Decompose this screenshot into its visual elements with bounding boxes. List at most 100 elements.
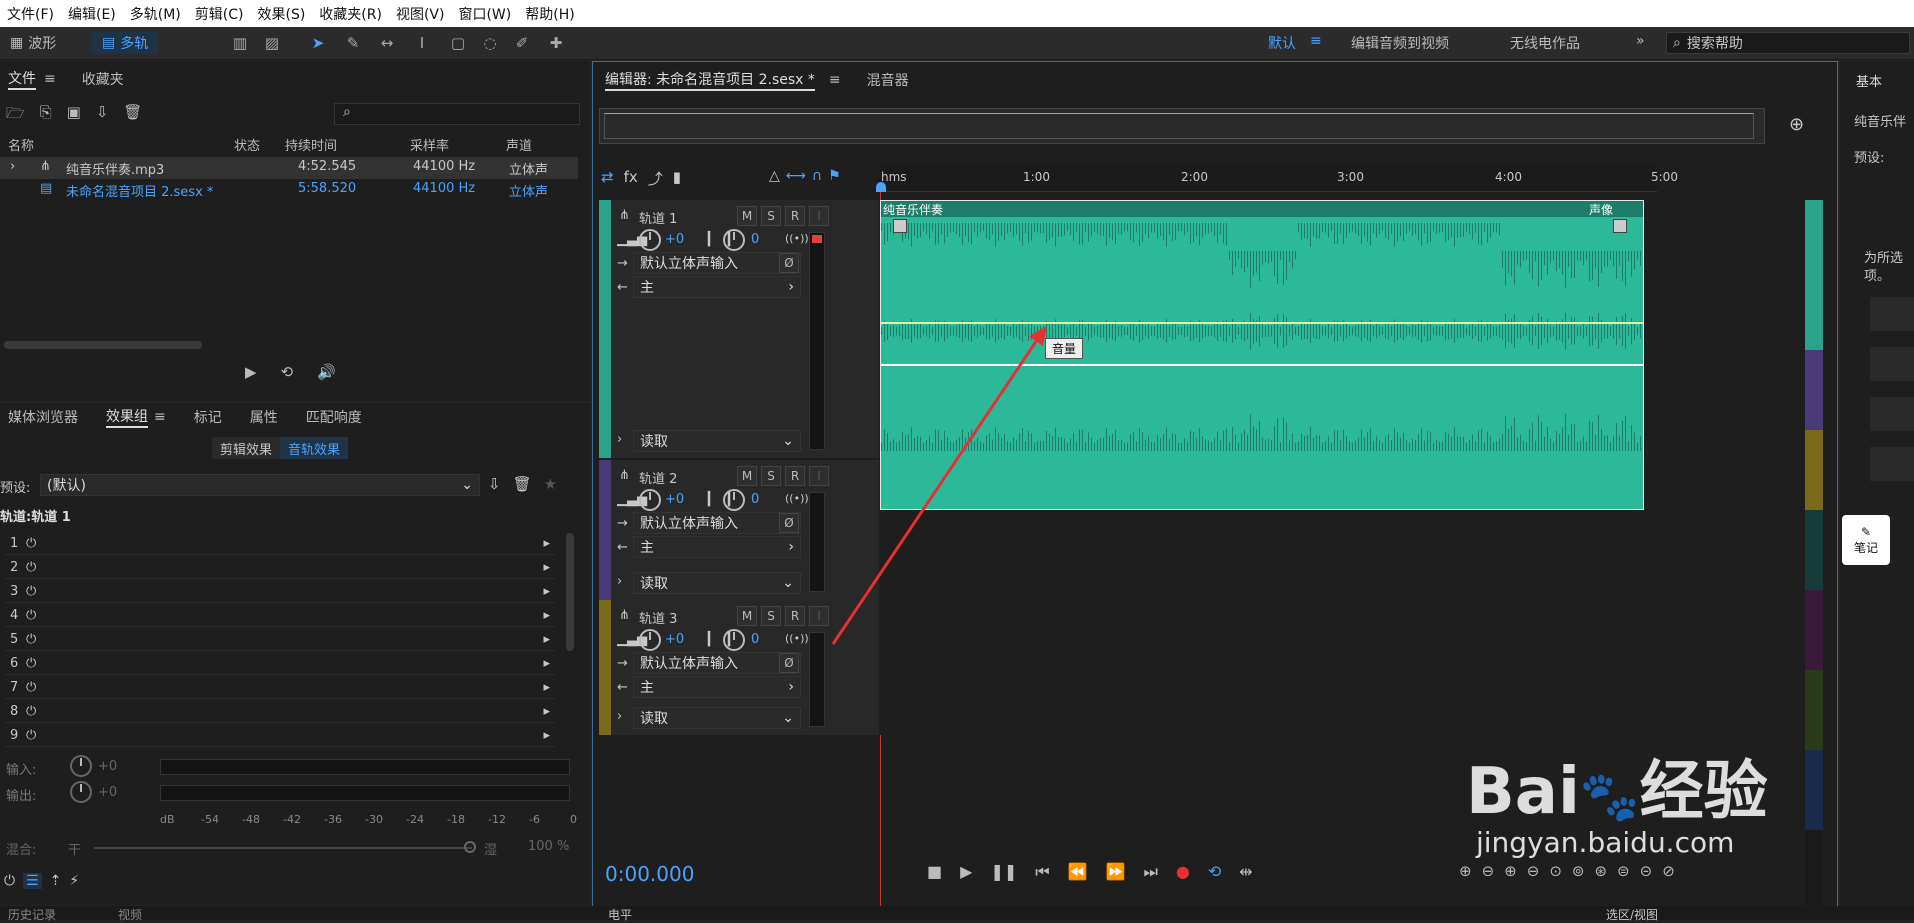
search-help-field[interactable]: ⌕ 搜索帮助 bbox=[1666, 32, 1910, 54]
track-name[interactable]: 轨道 1 bbox=[639, 208, 677, 227]
rack-scrollbar[interactable] bbox=[566, 533, 574, 651]
stop-icon[interactable]: ■ bbox=[927, 862, 942, 882]
new-file-icon[interactable]: ▣ bbox=[67, 103, 81, 128]
effect-slot[interactable]: 9 ⏻ ▸ bbox=[4, 725, 556, 747]
file-row[interactable]: › ⋔ 纯音乐伴奏.mp3 4:52.545 44100 Hz 立体声 bbox=[0, 157, 578, 179]
power-icon[interactable]: ⏻ bbox=[26, 704, 36, 719]
marker-icon[interactable]: ⚑ bbox=[828, 168, 841, 184]
routing-icon[interactable]: ⇡ bbox=[50, 873, 62, 889]
expand-arrow-icon[interactable]: ▸ bbox=[543, 704, 556, 719]
tab-favorites[interactable]: 收藏夹 bbox=[82, 69, 124, 89]
panel-menu-icon[interactable]: ≡ bbox=[44, 71, 56, 87]
effect-slot[interactable]: 7 ⏻ ▸ bbox=[4, 677, 556, 699]
zoom-selection-icon[interactable]: ⊚ bbox=[1572, 862, 1585, 880]
phase-invert-button[interactable]: Ø bbox=[779, 253, 799, 273]
record-icon[interactable]: ● bbox=[1176, 862, 1190, 882]
fade-in-handle[interactable] bbox=[893, 219, 907, 233]
clip-pan-label[interactable]: 声像 bbox=[1589, 201, 1613, 218]
healing-icon[interactable]: ✚ bbox=[546, 33, 566, 53]
expand-arrow-icon[interactable]: ▸ bbox=[543, 656, 556, 671]
power-icon[interactable]: ⏻ bbox=[26, 584, 36, 599]
phase-invert-button[interactable]: Ø bbox=[779, 513, 799, 533]
eq-icon[interactable]: ▮ bbox=[673, 168, 681, 189]
file-row[interactable]: ▤ 未命名混音项目 2.sesx * 5:58.520 44100 Hz 立体声 bbox=[0, 179, 578, 201]
expand-icon[interactable]: › bbox=[617, 709, 622, 724]
tab-video[interactable]: 视频 bbox=[118, 906, 142, 923]
time-selection-icon[interactable]: I bbox=[412, 33, 432, 53]
effect-slot[interactable]: 5 ⏻ ▸ bbox=[4, 629, 556, 651]
tab-selection-view[interactable]: 选区/视图 bbox=[1606, 906, 1658, 923]
zoom-in-point-icon[interactable]: ⊛ bbox=[1594, 862, 1607, 880]
automation-mode-select[interactable]: 读取 ⌄ bbox=[633, 430, 801, 452]
zoom-target-icon[interactable]: ⊕ bbox=[1789, 114, 1804, 135]
record-arm-button[interactable]: R bbox=[785, 206, 805, 226]
input-gain-knob[interactable] bbox=[70, 755, 92, 777]
pan-knob[interactable] bbox=[723, 229, 745, 251]
menu-edit[interactable]: 编辑(E) bbox=[61, 4, 123, 24]
tab-mixer[interactable]: 混音器 bbox=[867, 70, 909, 90]
tab-effects-rack[interactable]: 效果组 bbox=[106, 406, 148, 428]
go-end-icon[interactable]: ⏭ bbox=[1144, 862, 1158, 882]
power-icon[interactable]: ⏻ bbox=[26, 632, 36, 647]
open-file-icon[interactable]: 🗁 bbox=[6, 103, 25, 128]
tab-markers[interactable]: 标记 bbox=[194, 407, 222, 427]
menu-multitrack[interactable]: 多轨(M) bbox=[123, 4, 188, 24]
delete-preset-icon[interactable]: 🗑 bbox=[513, 475, 532, 493]
expand-icon[interactable]: › bbox=[617, 432, 622, 447]
power-icon[interactable]: ⏻ bbox=[26, 680, 36, 695]
power-icon[interactable]: ⏻ bbox=[26, 728, 36, 743]
power-icon[interactable]: ⏻ bbox=[26, 560, 36, 575]
volume-knob[interactable] bbox=[639, 489, 661, 511]
sync-icon[interactable]: ⟷ bbox=[786, 168, 806, 184]
favorite-star-icon[interactable]: ★ bbox=[544, 475, 557, 493]
effect-slot[interactable]: 3 ⏻ ▸ bbox=[4, 581, 556, 603]
send-icon[interactable]: ⤴ bbox=[648, 168, 663, 189]
expand-arrow-icon[interactable]: ▸ bbox=[543, 536, 556, 551]
lasso-icon[interactable]: ◌ bbox=[480, 33, 500, 53]
loop-icon[interactable]: ⟲ bbox=[1208, 862, 1221, 882]
move-tool-icon[interactable]: ➤ bbox=[308, 33, 328, 53]
zoom-in-time-icon[interactable]: ⊕ bbox=[1504, 862, 1517, 880]
mix-slider-handle[interactable] bbox=[464, 841, 476, 853]
spectral-icon[interactable]: ▥ bbox=[230, 33, 250, 53]
track-name[interactable]: 轨道 3 bbox=[639, 608, 677, 627]
effect-slot[interactable]: 2 ⏻ ▸ bbox=[4, 557, 556, 579]
menu-clip[interactable]: 剪辑(C) bbox=[188, 4, 251, 24]
go-start-icon[interactable]: ⏮ bbox=[1035, 862, 1049, 882]
effect-slot[interactable]: 6 ⏻ ▸ bbox=[4, 653, 556, 675]
record-arm-button[interactable]: R bbox=[785, 466, 805, 486]
solo-button[interactable]: S bbox=[761, 606, 781, 626]
panel-menu-icon[interactable]: ≡ bbox=[829, 72, 841, 88]
workspace-radio[interactable]: 无线电作品 bbox=[1510, 33, 1580, 53]
skip-selection-icon[interactable]: ⇹ bbox=[1239, 862, 1252, 882]
col-rate[interactable]: 采样率 bbox=[410, 135, 449, 154]
col-name[interactable]: 名称 bbox=[8, 135, 34, 154]
input-select[interactable]: 默认立体声输入› bbox=[633, 652, 801, 674]
zoom-in-amplitude-icon[interactable]: ⊕ bbox=[1459, 862, 1472, 880]
input-select[interactable]: 默认立体声输入› bbox=[633, 512, 801, 534]
pitch-icon[interactable]: ▨ bbox=[262, 33, 282, 53]
menu-favorites[interactable]: 收藏夹(R) bbox=[312, 4, 389, 24]
menu-help[interactable]: 帮助(H) bbox=[518, 4, 581, 24]
solo-button[interactable]: S bbox=[761, 206, 781, 226]
zoom-out-point-icon[interactable]: ⊜ bbox=[1617, 862, 1630, 880]
tab-editor[interactable]: 编辑器: 未命名混音项目 2.sesx * bbox=[605, 69, 815, 91]
notes-button[interactable]: ✎ 笔记 bbox=[1842, 515, 1890, 565]
time-display[interactable]: 0:00.000 bbox=[605, 862, 694, 886]
metronome-icon[interactable]: △ bbox=[769, 168, 780, 184]
power-icon[interactable]: ⏻ bbox=[26, 656, 36, 671]
output-select[interactable]: 主 › bbox=[633, 276, 801, 298]
play-icon[interactable]: ▶ bbox=[960, 862, 972, 882]
import-icon[interactable]: ⎘ bbox=[40, 103, 52, 128]
marquee-icon[interactable]: ▢ bbox=[448, 33, 468, 53]
mute-button[interactable]: M bbox=[737, 206, 757, 226]
menu-window[interactable]: 窗口(W) bbox=[451, 4, 518, 24]
track-name[interactable]: 轨道 2 bbox=[639, 468, 677, 487]
expand-arrow-icon[interactable]: ▸ bbox=[543, 584, 556, 599]
rewind-icon[interactable]: ⏪ bbox=[1068, 862, 1088, 882]
zoom-out-time-icon[interactable]: ⊖ bbox=[1527, 862, 1540, 880]
mix-slider[interactable] bbox=[94, 847, 472, 849]
fx-icon[interactable]: fx bbox=[624, 168, 638, 189]
save-preset-icon[interactable]: ⇩ bbox=[488, 475, 501, 493]
mute-button[interactable]: M bbox=[737, 466, 757, 486]
